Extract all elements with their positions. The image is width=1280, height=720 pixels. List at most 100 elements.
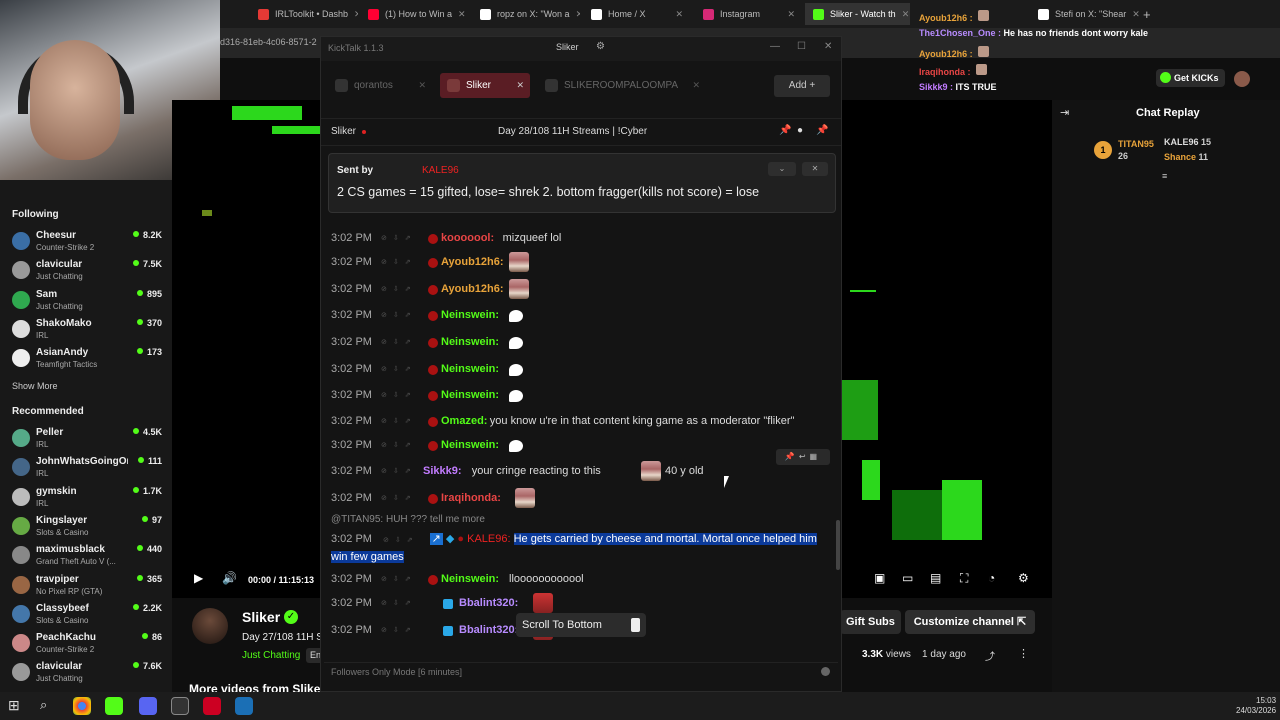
message-user[interactable]: Neinswein: — [441, 309, 499, 321]
sidebar-channel[interactable]: travpiper No Pixel RP (GTA) 365 — [12, 573, 162, 601]
chat-scrollbar[interactable] — [836, 520, 840, 570]
message-actions[interactable]: ⊘⇩⇗ — [381, 258, 417, 266]
close-icon[interactable]: ✕ — [516, 73, 524, 98]
reply-context[interactable]: @TITAN95: HUH ??? tell me more — [331, 514, 485, 525]
minimize-icon[interactable]: — — [770, 41, 780, 52]
sidebar-channel[interactable]: JohnWhatsGoingOn IRL 111 — [12, 455, 162, 483]
browser-tab[interactable]: Instagram ✕ — [695, 3, 803, 25]
expand-icon[interactable]: ≡ — [1162, 171, 1167, 181]
scroll-to-bottom-button[interactable]: Scroll To Bottom — [516, 613, 646, 637]
message-actions[interactable]: ⊘⇩⇗ — [381, 417, 417, 425]
close-icon[interactable]: ✕ — [902, 9, 910, 20]
captions-icon[interactable]: ▤ — [930, 571, 941, 585]
collapse-chat-icon[interactable]: ⇥ — [1060, 106, 1069, 119]
message-user[interactable]: Neinswein: — [441, 389, 499, 401]
share-icon[interactable]: ⤴ — [985, 648, 995, 663]
message-user[interactable]: Neinswein: — [441, 363, 499, 375]
browser-tab[interactable]: Sliker - Watch th ✕ — [805, 3, 910, 25]
message-user[interactable]: kooooool: — [441, 232, 494, 244]
message-actions[interactable]: ⊘⇩⇗ — [381, 391, 417, 399]
message-actions[interactable]: ⊘⇩⇗ — [381, 599, 417, 607]
message-actions[interactable]: ⊘⇩⇗ — [381, 441, 417, 449]
tab-channel[interactable]: Sliker ✕ — [440, 73, 530, 98]
streamer-name[interactable]: Sliker — [242, 609, 280, 625]
browser-tab[interactable]: Stefi on X: "Shear ✕ — [1030, 3, 1140, 25]
message-user[interactable]: Bbalint320: — [459, 624, 518, 636]
message-actions[interactable]: ⊘⇩⇗ — [381, 494, 417, 502]
avatar[interactable] — [1234, 71, 1250, 87]
message-actions[interactable]: ⊘⇩⇗ — [381, 285, 417, 293]
chrome-icon[interactable] — [73, 697, 91, 715]
gift-subs-button[interactable]: Gift Subs — [840, 610, 901, 634]
sidebar-channel[interactable]: Sam Just Chatting 895 — [12, 288, 162, 316]
message-actions[interactable]: ⊘⇩⇗ — [381, 365, 417, 373]
close-icon[interactable]: ✕ — [576, 9, 580, 20]
close-icon[interactable]: ✕ — [692, 73, 700, 98]
maximize-icon[interactable]: ☐ — [797, 41, 806, 52]
browser-tab[interactable]: (1) How to Win a ✕ — [360, 3, 468, 25]
stream-category[interactable]: Just Chatting — [242, 650, 300, 661]
sidebar-channel[interactable]: PeachKachu Counter-Strike 2 86 — [12, 631, 162, 659]
theater-icon[interactable]: ▭ — [902, 571, 913, 585]
show-more-link[interactable]: Show More — [12, 381, 58, 391]
sidebar-channel[interactable]: ShakoMako IRL 370 — [12, 317, 162, 345]
sidebar-channel[interactable]: Classybeef Slots & Casino 2.2K — [12, 602, 162, 630]
browser-tab[interactable]: IRLToolkit • Dashb ✕ — [250, 3, 358, 25]
sidebar-channel[interactable]: maximusblack Grand Theft Auto V (... 440 — [12, 543, 162, 571]
customize-channel-button[interactable]: Customize channel ⇱ — [905, 610, 1035, 634]
new-tab-button[interactable]: + — [1135, 3, 1159, 25]
sidebar-channel[interactable]: Cheesur Counter-Strike 2 8.2K — [12, 229, 162, 257]
message-user[interactable]: Neinswein: — [441, 336, 499, 348]
user-icon[interactable]: ● — [797, 125, 803, 136]
volume-icon[interactable]: 🔊 — [222, 571, 237, 585]
close-icon[interactable]: ✕ — [418, 73, 426, 98]
message-user[interactable]: Omazed: — [441, 415, 487, 427]
kick-icon[interactable] — [105, 697, 123, 715]
tab-channel[interactable]: qorantos ✕ — [328, 73, 432, 98]
message-user[interactable]: Iraqihonda: — [441, 492, 501, 504]
url-fragment[interactable]: d316-81eb-4c06-8571-2 — [220, 37, 317, 47]
browser-tab[interactable]: ropz on X: "Won a ✕ — [472, 3, 580, 25]
play-icon[interactable]: ▶ — [194, 571, 203, 585]
more-options-icon[interactable]: ⋮ — [1018, 647, 1029, 660]
steam-icon[interactable] — [235, 697, 253, 715]
sidebar-channel[interactable]: Peller IRL 4.5K — [12, 426, 162, 454]
avatar[interactable] — [192, 608, 228, 644]
fullscreen-icon[interactable]: ⛶ — [960, 571, 968, 586]
gear-icon[interactable]: ⚙ — [596, 41, 605, 52]
get-kicks-button[interactable]: Get KICKs — [1156, 69, 1225, 87]
sidebar-channel[interactable]: clavicular Just Chatting 7.6K — [12, 660, 162, 688]
sidebar-channel[interactable]: Kingslayer Slots & Casino 97 — [12, 514, 162, 542]
info-icon[interactable] — [821, 667, 830, 676]
sidebar-channel[interactable]: clavicular Just Chatting 7.5K — [12, 258, 162, 286]
obs-icon[interactable] — [171, 697, 189, 715]
browser-tab[interactable]: Home / X ✕ — [583, 3, 691, 25]
close-icon[interactable]: ✕ — [354, 9, 358, 20]
close-icon[interactable]: ✕ — [675, 9, 683, 20]
pip-icon[interactable]: ▣ — [874, 571, 885, 585]
sidebar-channel[interactable]: AsianAndy Teamfight Tactics 173 — [12, 346, 162, 374]
close-icon[interactable]: ✕ — [458, 9, 466, 20]
windows-start-icon[interactable]: ⊞ — [8, 697, 26, 715]
message-actions[interactable]: ⊘⇩⇗ — [381, 467, 417, 475]
close-icon[interactable]: ✕ — [824, 41, 832, 52]
gear-icon[interactable]: ⚙ — [1018, 571, 1029, 585]
pinned-user[interactable]: KALE96 — [422, 165, 459, 176]
close-icon[interactable]: ✕ — [787, 9, 795, 20]
message-user[interactable]: Bbalint320: — [459, 597, 518, 609]
current-user[interactable]: Sliker — [556, 42, 579, 52]
message-tools[interactable]: 📌↩▦ — [776, 449, 830, 465]
search-icon[interactable]: ⌕ — [40, 697, 58, 715]
chevron-down-icon[interactable]: ⌄ — [768, 162, 796, 176]
discord-icon[interactable] — [139, 697, 157, 715]
message-user[interactable]: Ayoub12h6: — [441, 256, 504, 268]
message-user[interactable]: Neinswein: — [441, 439, 499, 451]
message-actions[interactable]: ⊘⇩⇗ — [381, 234, 417, 242]
message-actions[interactable]: ⊘⇩⇗ — [381, 311, 417, 319]
message-actions[interactable]: ⊘⇩⇗ — [381, 626, 417, 634]
message-actions[interactable]: ⊘⇩⇗ — [381, 575, 417, 583]
shield-icon[interactable] — [203, 697, 221, 715]
message-user[interactable]: Sikkk9: — [423, 465, 462, 477]
sidebar-channel[interactable]: gymskin IRL 1.7K — [12, 485, 162, 513]
message-user[interactable]: KALE96: — [467, 533, 510, 545]
